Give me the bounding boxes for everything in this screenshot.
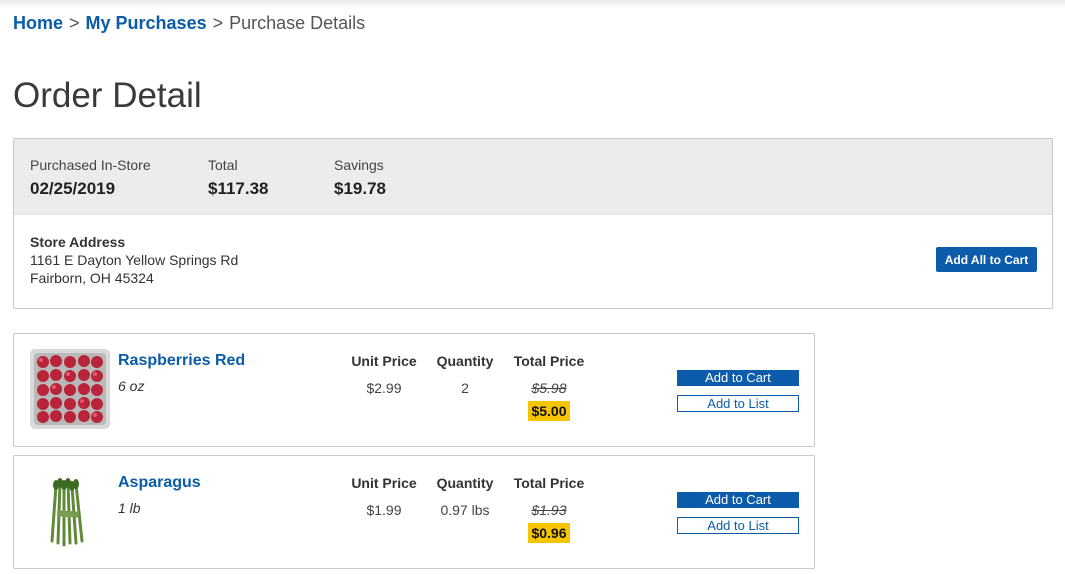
order-summary-card: Purchased In-Store 02/25/2019 Total $117… [13, 138, 1053, 309]
quantity-value: 0.97 lbs [440, 502, 490, 518]
order-summary-header: Purchased In-Store 02/25/2019 Total $117… [14, 139, 1052, 215]
page-title: Order Detail [13, 76, 202, 115]
quantity-column: Quantity 0.97 lbs [430, 475, 500, 518]
breadcrumb-current: Purchase Details [229, 13, 366, 33]
unit-price-column: Unit Price $2.99 [344, 353, 424, 396]
sale-total-price: $0.96 [528, 523, 570, 543]
total-label: Total [208, 157, 238, 173]
add-to-list-button[interactable]: Add to List [677, 517, 799, 534]
quantity-header: Quantity [436, 353, 494, 369]
store-address-label: Store Address [30, 234, 126, 250]
total-price-column: Total Price $5.98 $5.00 [511, 353, 587, 421]
order-item: Raspberries Red 6 oz Unit Price $2.99 Qu… [13, 333, 815, 447]
add-to-cart-button[interactable]: Add to Cart [677, 370, 799, 386]
breadcrumb-separator: > [212, 13, 224, 33]
quantity-value: 2 [461, 380, 469, 396]
order-item: Asparagus 1 lb Unit Price $1.99 Quantity… [13, 455, 815, 569]
unit-price-value: $1.99 [366, 502, 402, 518]
total-value: $117.38 [208, 179, 269, 198]
total-price-header: Total Price [513, 475, 585, 491]
asparagus-icon [30, 471, 110, 551]
purchased-label: Purchased In-Store [30, 157, 151, 173]
total-price-header: Total Price [513, 353, 585, 369]
original-total-price: $5.98 [531, 380, 567, 396]
product-name-link[interactable]: Raspberries Red [118, 352, 245, 370]
unit-price-value: $2.99 [366, 380, 402, 396]
unit-price-header: Unit Price [351, 475, 417, 491]
address-line-1: 1161 E Dayton Yellow Springs Rd [30, 252, 239, 268]
breadcrumb: Home > My Purchases > Purchase Details [13, 13, 365, 34]
purchased-date: 02/25/2019 [30, 179, 116, 198]
product-size: 1 lb [118, 500, 141, 516]
purchased-stat: Purchased In-Store 02/25/2019 [30, 157, 151, 199]
add-to-list-button[interactable]: Add to List [677, 395, 799, 412]
savings-stat: Savings $19.78 [334, 157, 386, 199]
total-stat: Total $117.38 [208, 157, 269, 199]
store-address: Store Address 1161 E Dayton Yellow Sprin… [30, 233, 238, 287]
quantity-header: Quantity [436, 475, 494, 491]
unit-price-column: Unit Price $1.99 [344, 475, 424, 518]
address-line-2: Fairborn, OH 45324 [30, 270, 154, 286]
product-name-link[interactable]: Asparagus [118, 474, 201, 492]
original-total-price: $1.93 [531, 502, 567, 518]
raspberries-icon [30, 349, 110, 429]
breadcrumb-home-link[interactable]: Home [13, 13, 63, 33]
unit-price-header: Unit Price [351, 353, 417, 369]
quantity-column: Quantity 2 [430, 353, 500, 396]
savings-label: Savings [334, 157, 384, 173]
savings-value: $19.78 [334, 179, 386, 198]
product-size: 6 oz [118, 378, 145, 394]
asparagus-image[interactable] [30, 471, 110, 551]
top-shadow [0, 0, 1065, 8]
sale-total-price: $5.00 [528, 401, 570, 421]
breadcrumb-purchases-link[interactable]: My Purchases [86, 13, 207, 33]
breadcrumb-separator: > [69, 13, 80, 33]
total-price-column: Total Price $1.93 $0.96 [511, 475, 587, 543]
add-to-cart-button[interactable]: Add to Cart [677, 492, 799, 508]
raspberries-image[interactable] [30, 349, 110, 429]
add-all-to-cart-button[interactable]: Add All to Cart [936, 247, 1037, 272]
